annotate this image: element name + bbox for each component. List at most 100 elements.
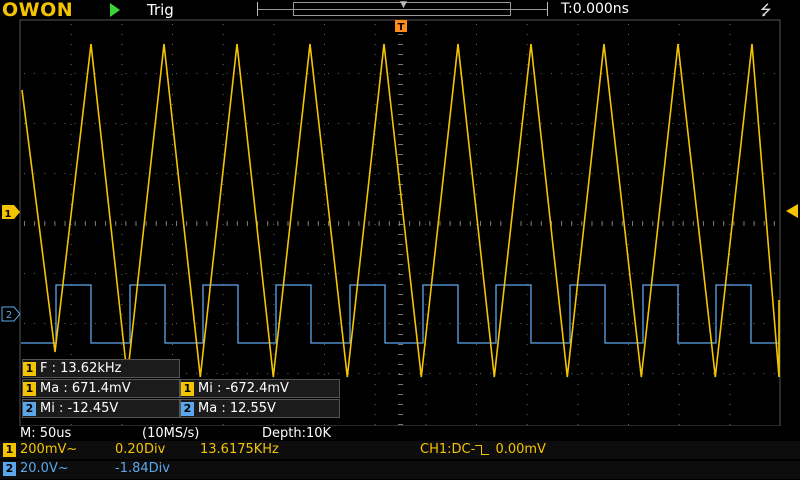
- grid-dot: [773, 373, 775, 374]
- grid-dot: [577, 144, 579, 145]
- grid-dot: [577, 244, 579, 245]
- grid-dot: [763, 73, 765, 74]
- ch1-status-badge[interactable]: 1: [3, 443, 16, 457]
- ch1-max-value: Ma : 671.4mV: [40, 381, 131, 396]
- center-tick: [398, 294, 403, 295]
- grid-dot: [480, 323, 481, 324]
- grid-dot: [121, 304, 123, 305]
- grid-dot: [277, 123, 279, 124]
- ch1-max-measurement: 1 Ma : 671.4mV: [22, 379, 180, 398]
- grid-dot: [374, 144, 376, 145]
- grid-dot: [273, 54, 275, 55]
- grid-dot: [425, 234, 427, 235]
- grid-dot: [307, 273, 309, 274]
- grid-dot: [678, 274, 680, 275]
- grid-dot: [561, 173, 563, 174]
- grid-dot: [476, 54, 477, 55]
- grid-dot: [273, 274, 275, 275]
- grid-dot: [70, 94, 72, 95]
- center-tick: [672, 221, 674, 226]
- grid-dot: [425, 74, 427, 75]
- grid-dot: [425, 64, 427, 65]
- grid-dot: [121, 204, 123, 205]
- grid-dot: [374, 44, 376, 45]
- ch1-volts-div[interactable]: 200mV~: [20, 442, 77, 457]
- grid-dot: [172, 94, 173, 95]
- center-tick: [611, 221, 613, 226]
- grid-dot: [328, 273, 329, 274]
- center-tick: [176, 221, 177, 226]
- grid-dot: [601, 323, 603, 324]
- grid-dot: [490, 73, 492, 74]
- grid-dot: [206, 123, 208, 124]
- center-tick: [398, 344, 403, 345]
- grid-dot: [628, 204, 629, 205]
- grid-dot: [520, 73, 522, 74]
- grid-dot: [476, 254, 477, 255]
- center-tick: [632, 221, 633, 226]
- grid-dot: [628, 64, 629, 65]
- grid-dot: [222, 224, 224, 225]
- grid-dot: [577, 124, 579, 125]
- grid-dot: [196, 323, 198, 324]
- sample-rate: (10MS/s): [142, 426, 200, 441]
- grid-dot: [172, 314, 173, 315]
- grid-dot: [702, 73, 704, 74]
- grid-dot: [490, 123, 492, 124]
- trigger-info[interactable]: CH1:DC- 0.00mV: [420, 442, 546, 457]
- grid-dot: [388, 173, 390, 174]
- grid-dot: [324, 284, 325, 285]
- grid-dot: [273, 224, 275, 225]
- center-tick: [236, 221, 238, 226]
- grid-dot: [222, 294, 224, 295]
- grid-dot: [267, 173, 269, 174]
- grid-dot: [729, 54, 731, 55]
- record-depth[interactable]: Depth:10K: [262, 426, 331, 441]
- ch2-badge: 2: [181, 401, 194, 416]
- grid-dot: [398, 323, 400, 324]
- grid-dot: [307, 173, 309, 174]
- grid-dot: [469, 273, 471, 274]
- grid-dot: [155, 73, 157, 74]
- ch2-status-badge[interactable]: 2: [3, 462, 16, 476]
- grid-dot: [172, 264, 173, 265]
- grid-dot: [222, 124, 224, 125]
- grid-dot: [216, 173, 218, 174]
- grid-dot: [121, 234, 123, 235]
- grid-dot: [611, 273, 613, 274]
- grid-dot: [642, 123, 644, 124]
- grid-dot: [476, 124, 477, 125]
- grid-dot: [328, 173, 329, 174]
- grid-dot: [324, 344, 325, 345]
- grid-dot: [702, 123, 704, 124]
- grid-dot: [186, 323, 188, 324]
- grid-dot: [287, 173, 289, 174]
- grid-dot: [425, 244, 427, 245]
- grid-dot: [577, 374, 579, 375]
- grid-dot: [476, 84, 477, 85]
- center-tick: [571, 221, 573, 226]
- grid-dot: [338, 123, 340, 124]
- grid-dot: [236, 73, 238, 74]
- grid-dot: [476, 24, 477, 25]
- grid-dot: [743, 373, 745, 374]
- ch2-volts-div[interactable]: 20.0V~: [20, 461, 69, 476]
- timebase[interactable]: M: 50us: [20, 426, 71, 441]
- grid-dot: [628, 184, 629, 185]
- freq-measurement: 1 F : 13.62kHz: [22, 359, 180, 378]
- grid-dot: [476, 64, 477, 65]
- grid-dot: [121, 134, 123, 135]
- grid-dot: [172, 224, 173, 225]
- grid-dot: [678, 74, 680, 75]
- center-tick: [338, 221, 340, 226]
- grid-dot: [628, 384, 629, 385]
- grid-dot: [601, 73, 603, 74]
- grid-dot: [84, 323, 86, 324]
- grid-dot: [273, 154, 275, 155]
- grid-dot: [121, 254, 123, 255]
- grid-dot: [678, 194, 680, 195]
- grid-dot: [425, 94, 427, 95]
- grid-dot: [476, 394, 477, 395]
- center-tick: [398, 34, 403, 35]
- grid-dot: [374, 54, 376, 55]
